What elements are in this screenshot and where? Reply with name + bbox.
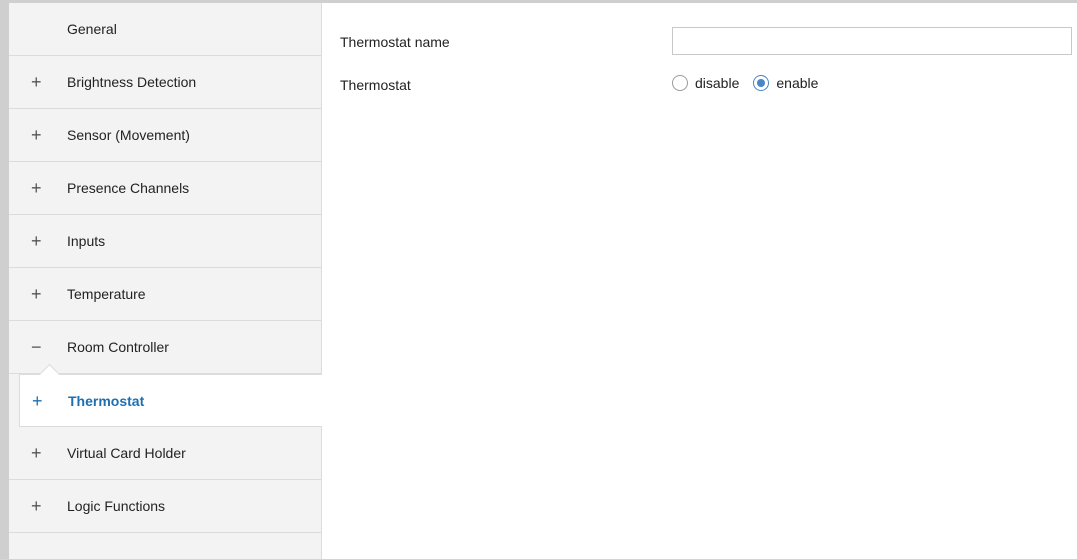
thermostat-radio-group: disable enable (672, 75, 832, 91)
window-frame: General + Brightness Detection + Sensor … (0, 0, 1077, 559)
thermostat-label: Thermostat (340, 77, 411, 93)
disable-radio[interactable] (672, 75, 688, 91)
parameter-panel: Thermostat name Thermostat disable enabl… (322, 3, 1077, 559)
sidebar-item-sensor-movement[interactable]: + Sensor (Movement) (9, 109, 321, 162)
thermostat-name-label: Thermostat name (340, 34, 450, 50)
sidebar: General + Brightness Detection + Sensor … (9, 3, 322, 559)
sidebar-item-virtual-card-holder[interactable]: + Virtual Card Holder (9, 427, 321, 480)
sidebar-item-room-controller[interactable]: − Room Controller (9, 321, 321, 374)
plus-icon[interactable]: + (31, 497, 55, 515)
sidebar-item-label: General (67, 21, 117, 37)
plus-icon[interactable]: + (31, 444, 55, 462)
sidebar-item-presence-channels[interactable]: + Presence Channels (9, 162, 321, 215)
sidebar-item-label: Temperature (67, 286, 146, 302)
sidebar-item-label: Room Controller (67, 339, 169, 355)
enable-radio-label[interactable]: enable (776, 75, 818, 91)
plus-icon[interactable]: + (32, 392, 56, 410)
sidebar-item-logic-functions[interactable]: + Logic Functions (9, 480, 321, 533)
disable-radio-label[interactable]: disable (695, 75, 739, 91)
sidebar-item-inputs[interactable]: + Inputs (9, 215, 321, 268)
plus-icon[interactable]: + (31, 126, 55, 144)
plus-icon[interactable]: + (31, 179, 55, 197)
minus-icon[interactable]: − (31, 338, 55, 356)
plus-icon[interactable]: + (31, 285, 55, 303)
sidebar-item-label: Brightness Detection (67, 74, 197, 90)
plus-icon[interactable]: + (31, 73, 55, 91)
sidebar-item-brightness-detection[interactable]: + Brightness Detection (9, 56, 321, 109)
sidebar-item-label: Thermostat (68, 392, 145, 409)
sidebar-item-general[interactable]: General (9, 3, 321, 56)
sidebar-item-label: Virtual Card Holder (67, 445, 186, 461)
sidebar-item-thermostat[interactable]: + Thermostat (19, 363, 322, 427)
plus-icon[interactable]: + (31, 232, 55, 250)
sidebar-item-label: Sensor (Movement) (67, 127, 190, 143)
sidebar-item-label: Inputs (67, 233, 106, 249)
sidebar-item-label: Presence Channels (67, 180, 190, 196)
sidebar-item-temperature[interactable]: + Temperature (9, 268, 321, 321)
enable-radio[interactable] (753, 75, 770, 91)
thermostat-name-input[interactable] (672, 27, 1072, 55)
sidebar-item-label: Logic Functions (67, 498, 166, 514)
